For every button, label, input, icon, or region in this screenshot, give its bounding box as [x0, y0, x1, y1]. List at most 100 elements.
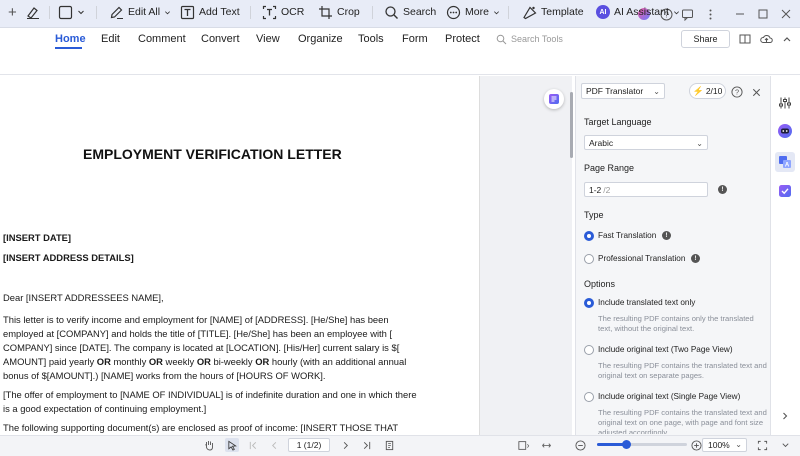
doc-bold-or: OR [148, 356, 163, 367]
edit-all-label: Edit All [128, 6, 161, 18]
ai-assistant-label: AI Assistant [614, 6, 669, 18]
menu-organize[interactable]: Organize [298, 33, 343, 45]
translated-only-radio[interactable] [584, 298, 594, 308]
highlight-tool-button[interactable] [25, 3, 41, 21]
more-vertical-icon[interactable] [702, 6, 718, 22]
template-button[interactable]: Template [522, 3, 584, 21]
last-page-icon[interactable] [360, 439, 372, 451]
chevron-right-icon[interactable] [776, 407, 794, 425]
target-language-dropdown[interactable]: Arabic ⌄ [584, 135, 708, 150]
cloud-upload-icon[interactable] [759, 32, 773, 46]
tool-select-dropdown[interactable]: PDF Translator ⌄ [581, 83, 665, 99]
single-page-view-radio[interactable] [584, 392, 594, 402]
info-icon[interactable]: ! [662, 231, 671, 240]
fit-page-icon[interactable] [383, 439, 395, 451]
page-range-label: Page Range [584, 163, 635, 173]
layout-icon[interactable] [738, 32, 752, 46]
edit-all-button[interactable]: Edit All [109, 3, 171, 21]
doc-paragraph-line: COMPANY] since [DATE]. The company is lo… [3, 342, 400, 353]
tool-select-value: PDF Translator [586, 86, 644, 96]
document-page[interactable]: EMPLOYMENT VERIFICATION LETTER [INSERT D… [0, 76, 480, 435]
search-button[interactable]: Search [384, 3, 436, 21]
toolbar-divider [96, 6, 97, 19]
two-page-view-description: The resulting PDF contains the translate… [598, 361, 767, 380]
ai-assistant-button[interactable]: AI AI Assistant [596, 3, 680, 21]
options-label: Options [584, 279, 616, 289]
zoom-out-icon[interactable] [574, 439, 586, 451]
page-range-input[interactable]: 1-2 /2 [584, 182, 708, 197]
chevron-down-icon: ⌄ [653, 87, 660, 96]
add-text-button[interactable]: Add Text [180, 3, 240, 21]
rectangle-icon [58, 5, 73, 19]
document-title: EMPLOYMENT VERIFICATION LETTER [83, 146, 342, 162]
zoom-slider-handle[interactable] [622, 440, 631, 449]
page-number-input[interactable]: 1 (1/2) [288, 438, 330, 452]
share-button[interactable]: Share [681, 30, 730, 48]
more-button[interactable]: More [446, 3, 500, 21]
menu-convert[interactable]: Convert [201, 33, 240, 45]
active-tab-indicator [55, 47, 82, 49]
search-icon [496, 34, 507, 44]
doc-paragraph-line: bonus of $[AMOUNT].) [NAME] works from t… [3, 370, 326, 381]
help-icon[interactable]: ? [729, 84, 745, 100]
translate-panel-icon[interactable]: A [775, 152, 795, 172]
chevron-down-icon [673, 10, 679, 14]
new-tab-button[interactable]: + [8, 5, 22, 21]
chevron-down-icon [165, 10, 171, 14]
info-icon[interactable]: ! [718, 185, 727, 194]
two-page-view-label[interactable]: Include original text (Two Page View) [598, 345, 733, 354]
professional-translation-radio[interactable] [584, 254, 594, 264]
single-page-view-label[interactable]: Include original text (Single Page View) [598, 392, 740, 401]
page-range-total: /2 [603, 184, 611, 195]
menu-protect[interactable]: Protect [445, 33, 480, 45]
collapse-panel-icon[interactable] [779, 439, 791, 451]
feedback-icon[interactable] [679, 6, 695, 22]
doc-paragraph-line: This letter is to verify income and empl… [3, 314, 389, 325]
close-panel-icon[interactable] [748, 84, 764, 100]
menu-home[interactable]: Home [55, 33, 86, 45]
fast-translation-radio[interactable] [584, 231, 594, 241]
fit-width-icon[interactable] [540, 439, 552, 451]
zoom-in-icon[interactable] [690, 439, 702, 451]
page-layout-icon[interactable] [518, 439, 530, 451]
menu-view[interactable]: View [256, 33, 280, 45]
collapse-ribbon-icon[interactable] [780, 32, 794, 46]
doc-insert-date: [INSERT DATE] [3, 232, 72, 243]
fast-translation-label[interactable]: Fast Translation [598, 231, 656, 240]
ocr-button[interactable]: OCR [262, 3, 304, 21]
menu-tools[interactable]: Tools [358, 33, 384, 45]
ai-robot-icon[interactable] [776, 122, 794, 140]
credits-badge: ⚡ 2/10 [689, 83, 726, 99]
template-label: Template [541, 6, 584, 18]
target-language-value: Arabic [589, 137, 614, 148]
checklist-icon[interactable] [776, 182, 794, 200]
hand-tool-icon[interactable] [203, 439, 215, 451]
menu-comment[interactable]: Comment [138, 33, 186, 45]
fullscreen-icon[interactable] [756, 439, 768, 451]
menu-form[interactable]: Form [402, 33, 428, 45]
search-tools-input[interactable]: Search Tools [496, 31, 616, 47]
info-icon[interactable]: ! [691, 254, 700, 263]
select-tool-icon[interactable] [225, 438, 239, 452]
first-page-icon[interactable] [247, 439, 259, 451]
doc-salutation: Dear [INSERT ADDRESSEES NAME], [3, 292, 164, 303]
document-scrollbar[interactable] [570, 92, 573, 158]
doc-insert-address: [INSERT ADDRESS DETAILS] [3, 252, 134, 263]
next-page-icon[interactable] [339, 439, 351, 451]
properties-sliders-icon[interactable] [776, 94, 794, 112]
close-icon[interactable] [778, 6, 794, 22]
doc-paragraph-line: The following supporting document(s) are… [3, 422, 399, 433]
translate-float-button[interactable] [544, 89, 564, 109]
shape-tool-button[interactable] [58, 3, 85, 21]
two-page-view-radio[interactable] [584, 345, 594, 355]
translated-only-description: The resulting PDF contains only the tran… [598, 314, 754, 333]
maximize-icon[interactable] [755, 6, 771, 22]
translated-only-label[interactable]: Include translated text only [598, 298, 695, 307]
zoom-level-dropdown[interactable]: 100% ⌄ [702, 438, 747, 452]
professional-translation-label[interactable]: Professional Translation [598, 254, 685, 263]
minimize-icon[interactable] [732, 6, 748, 22]
menu-edit[interactable]: Edit [101, 33, 120, 45]
crop-button[interactable]: Crop [318, 3, 360, 21]
doc-text: weekly [162, 356, 197, 367]
previous-page-icon[interactable] [268, 439, 280, 451]
